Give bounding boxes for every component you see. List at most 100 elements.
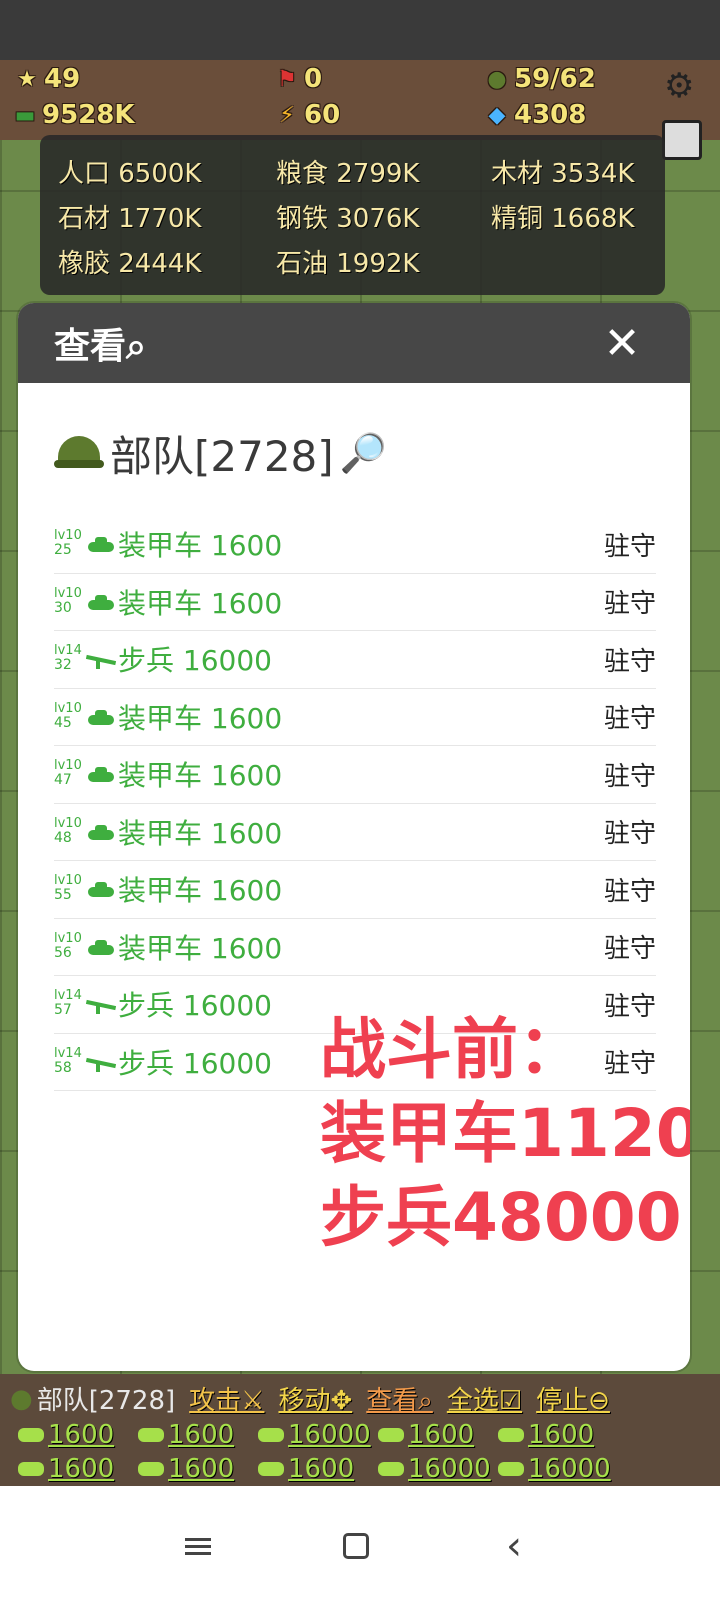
unit-level-label: lv14: [54, 988, 82, 1004]
energy-counter: ⚡ 60: [274, 100, 340, 130]
unit-status: 驻守: [603, 876, 656, 907]
unit-chip-value: 1600: [168, 1420, 235, 1450]
troop-capacity: ● 59/62: [484, 64, 596, 94]
unit-status: 驻守: [603, 704, 656, 735]
unit-chip[interactable]: 1600: [378, 1420, 498, 1450]
unit-level: lv10 25: [54, 526, 86, 562]
troop-list: lv10 25 装甲车 1600 驻守 lv10 30 装甲车 1600 驻守 lv14 32 步兵…: [54, 516, 656, 1091]
stop-button[interactable]: 停止⊖: [536, 1380, 610, 1417]
unit-status: 驻守: [603, 531, 656, 562]
unit-chip[interactable]: 1600: [18, 1420, 138, 1450]
flag-counter: ⚑ 0: [274, 64, 322, 94]
unit-chip-value: 16000: [408, 1454, 491, 1484]
unit-level-number: 45: [54, 714, 72, 731]
unit-name: 步兵 16000: [118, 644, 272, 678]
energy-value: 60: [304, 100, 341, 130]
money-counter: ▬ 9528K: [12, 100, 135, 130]
unit-status: 驻守: [603, 646, 656, 677]
unit-chip-icon: [138, 1428, 164, 1442]
money-value: 9528K: [42, 100, 135, 130]
resource-population: 人口 6500K: [58, 159, 202, 189]
unit-status: 驻守: [603, 589, 656, 620]
gem-value: 4308: [514, 100, 587, 130]
home-icon[interactable]: [326, 1516, 386, 1576]
unit-level-label: lv14: [54, 1045, 82, 1061]
modal-header: 查看⌕ ✕: [18, 303, 690, 383]
resource-wood: 木材 3534K: [491, 159, 635, 189]
action-bar: ● 部队[2728] 攻击⚔ 移动✥ 查看⌕ 全选☑ 停止⊖ 1600 1600 1…: [0, 1374, 720, 1486]
troop-heading: 部队[2728] 🔎: [54, 423, 387, 484]
select-all-button[interactable]: 全选☑: [447, 1380, 522, 1417]
army-label-text: 部队[2728]: [36, 1386, 176, 1416]
troop-heading-text: 部队[2728]: [110, 432, 334, 481]
troop-row[interactable]: lv10 45 装甲车 1600 驻守: [54, 689, 656, 746]
rifle-icon: [85, 994, 117, 1015]
unit-chip-value: 1600: [48, 1420, 115, 1450]
troop-row[interactable]: lv10 56 装甲车 1600 驻守: [54, 919, 656, 976]
resource-rubber: 橡胶 2444K: [58, 249, 202, 279]
tank-icon: [86, 592, 116, 612]
unit-level-label: lv10: [54, 528, 82, 544]
view-modal: 查看⌕ ✕ 部队[2728] 🔎 lv10 25 装甲车 1600 驻守 lv10 30 装…: [18, 303, 690, 1371]
top-hud: ★ 49 ⚑ 0 ● 59/62 ▬ 9528K ⚡ 60 ◆ 4308: [0, 60, 720, 140]
unit-chip[interactable]: 16000: [378, 1454, 498, 1484]
annotation-line-3: 步兵48000: [320, 1179, 682, 1256]
unit-level-number: 30: [54, 599, 72, 616]
helmet-icon: ●: [10, 1383, 33, 1414]
move-button[interactable]: 移动✥: [278, 1380, 352, 1417]
back-icon[interactable]: ‹: [484, 1516, 544, 1576]
unit-status: 驻守: [603, 819, 656, 850]
troop-row[interactable]: lv10 47 装甲车 1600 驻守: [54, 746, 656, 804]
unit-chip-value: 1600: [288, 1454, 355, 1484]
unit-name: 装甲车 1600: [118, 586, 283, 620]
unit-chip[interactable]: 1600: [498, 1420, 618, 1450]
view-button[interactable]: 查看⌕: [366, 1380, 433, 1417]
army-label: ● 部队[2728]: [10, 1380, 175, 1417]
unit-chip[interactable]: 16000: [498, 1454, 618, 1484]
magnifier-icon: 🔎: [339, 431, 387, 475]
unit-chip-icon: [498, 1428, 524, 1442]
unit-chip[interactable]: 1600: [18, 1454, 138, 1484]
cash-icon: ▬: [14, 102, 36, 128]
unit-chip-value: 1600: [168, 1454, 235, 1484]
troop-row[interactable]: lv10 55 装甲车 1600 驻守: [54, 861, 656, 919]
troop-row[interactable]: lv10 30 装甲车 1600 驻守: [54, 574, 656, 631]
unit-name: 步兵 16000: [118, 1046, 272, 1080]
unit-level: lv14 57: [54, 986, 86, 1022]
helmet-icon: ●: [487, 66, 507, 92]
troop-row[interactable]: lv10 25 装甲车 1600 驻守: [54, 516, 656, 574]
unit-level: lv10 45: [54, 699, 86, 735]
unit-chip-icon: [258, 1428, 284, 1442]
unit-chip[interactable]: 1600: [138, 1454, 258, 1484]
attack-button[interactable]: 攻击⚔: [189, 1380, 264, 1417]
menu-icon[interactable]: [168, 1516, 228, 1576]
rifle-icon: [85, 1052, 117, 1072]
unit-name: 装甲车 1600: [118, 759, 283, 793]
unit-level-number: 57: [54, 1002, 72, 1019]
unit-chip[interactable]: 1600: [138, 1420, 258, 1450]
troop-row[interactable]: lv10 48 装甲车 1600 驻守: [54, 804, 656, 861]
navigation-bar: ‹: [0, 1486, 720, 1600]
close-button[interactable]: ✕: [598, 318, 646, 369]
unit-chip[interactable]: 1600: [258, 1454, 378, 1484]
unit-level: lv14 58: [54, 1044, 86, 1080]
unit-chip-icon: [258, 1462, 284, 1476]
unit-chip-value: 16000: [528, 1454, 611, 1484]
resource-steel: 钢铁 3076K: [276, 204, 420, 234]
unit-name: 装甲车 1600: [118, 874, 283, 908]
flag-icon: ⚑: [277, 66, 297, 92]
unit-name: 装甲车 1600: [118, 816, 283, 850]
unit-level-label: lv10: [54, 700, 82, 716]
unit-name: 步兵 16000: [118, 989, 272, 1023]
unit-level-label: lv10: [54, 585, 82, 601]
rifle-icon: [85, 649, 117, 670]
troop-capacity-value: 59/62: [514, 64, 596, 94]
diamond-icon: ◆: [488, 102, 506, 128]
unit-chip[interactable]: 16000: [258, 1420, 378, 1450]
troop-row[interactable]: lv14 32 步兵 16000 驻守: [54, 631, 656, 689]
gear-icon[interactable]: ⚙: [664, 66, 700, 106]
unit-chips: 1600 1600 16000 1600 1600 1600 1600 1600 16000 16…: [18, 1420, 718, 1484]
unit-level-label: lv10: [54, 873, 82, 889]
tank-icon: [86, 822, 116, 842]
unit-level-label: lv10: [54, 930, 82, 946]
